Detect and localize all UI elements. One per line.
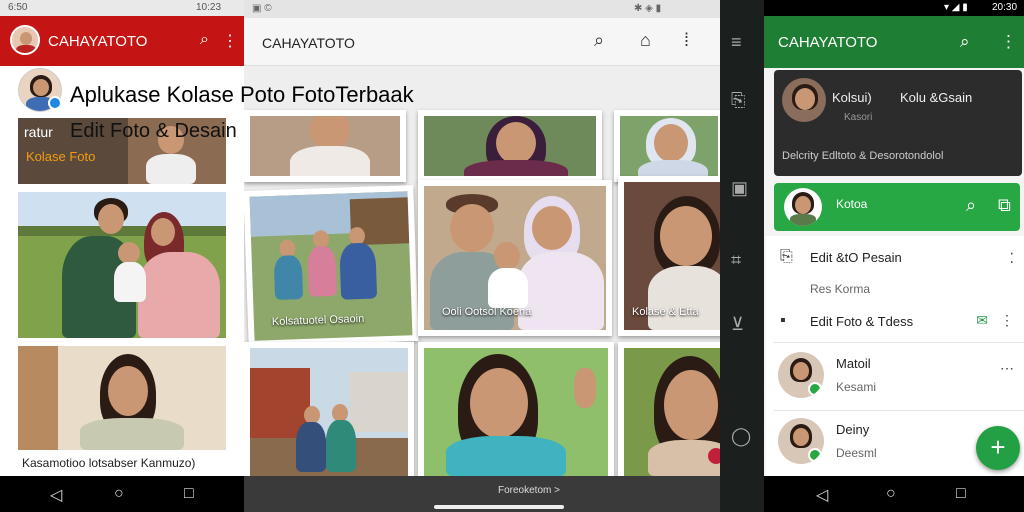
collage-tile[interactable] xyxy=(614,110,720,182)
recents-icon[interactable]: □ xyxy=(956,485,966,503)
list-item-sub: Res Korma xyxy=(810,282,871,296)
inbox-icon: ⎘ xyxy=(780,248,793,265)
search-icon[interactable]: ⌕ xyxy=(960,32,970,52)
app-bar: CAHAYATOTO ⌕ ⋮ xyxy=(0,16,244,66)
contact-sub: Deesml xyxy=(836,446,877,460)
avatar xyxy=(778,352,824,398)
tile-caption: Kolsatuotel Osaoin xyxy=(271,312,365,329)
search-icon[interactable]: ⌕ xyxy=(200,31,209,49)
app-bar: CAHAYATOTO ⌕ ⋮ xyxy=(764,16,1024,68)
avatar xyxy=(784,188,822,226)
side-rail: ≡ ⎘ ▣ ⌗ ⊻ ◯ xyxy=(720,0,764,512)
collage-tile[interactable]: Ooli Ootsol Koena xyxy=(418,180,612,336)
window-icon[interactable]: ⧉ xyxy=(998,195,1011,216)
back-icon[interactable]: ◁ xyxy=(50,485,62,505)
chat-icon[interactable]: ◯ xyxy=(731,426,751,447)
profile-sub: Kasori xyxy=(844,112,873,123)
overflow-menu-icon[interactable]: ⋮ xyxy=(1000,312,1014,329)
nav-bar: ◁ ○ □ xyxy=(0,476,244,512)
app-bar: CAHAYATOTO ⌕ ⌂ ⁞ xyxy=(244,18,720,66)
portrait-photo[interactable] xyxy=(18,346,226,450)
overflow-menu-icon[interactable]: ⋮ xyxy=(222,31,238,51)
card-title-prefix: ratur xyxy=(24,124,53,140)
collage-tile[interactable]: Kolase & Etta xyxy=(618,176,720,336)
list-item-label: Edit Foto & Tdess xyxy=(810,314,914,329)
tile-caption: Ooli Ootsol Koena xyxy=(442,306,532,318)
family-photo[interactable] xyxy=(18,192,226,338)
home-icon[interactable]: ○ xyxy=(886,485,896,503)
status-icon-left: ▣ © xyxy=(252,3,272,14)
add-icon[interactable]: + xyxy=(976,426,1020,470)
download-box-icon[interactable]: ⊻ xyxy=(731,314,744,335)
contact-name: Matoil xyxy=(836,356,871,371)
online-badge xyxy=(808,448,822,462)
status-icons: ▾ ◢ ▮ xyxy=(944,2,968,13)
bottom-bar-label[interactable]: Foreoketom > xyxy=(498,485,560,496)
contact-row[interactable]: Matoil Kesami ⋯ xyxy=(766,350,1024,406)
inbox-icon[interactable]: ⎘ xyxy=(731,90,745,111)
list-item[interactable]: ▪ Edit Foto & Tdess ✉ ⋮ xyxy=(766,310,1024,336)
status-bar: ▣ © ✱ ◈ ▮ xyxy=(244,0,720,18)
collage-tile[interactable] xyxy=(418,342,614,482)
collage-tile[interactable] xyxy=(244,110,406,182)
red-app-panel: 6:50 10:23 CAHAYATOTO ⌕ ⋮ ratur Kolase F… xyxy=(0,0,244,512)
status-bar: ▾ ◢ ▮ 20:30 xyxy=(764,0,1024,16)
status-icons-right: ✱ ◈ ▮ xyxy=(634,3,662,14)
profile-title: Kolu &Gsain xyxy=(900,90,973,105)
green-app-panel: ▾ ◢ ▮ 20:30 CAHAYATOTO ⌕ ⋮ Kolsui) Kolu … xyxy=(764,0,1024,512)
list-item[interactable]: ⎘ Edit &tO Pesain ⁚ Res Korma xyxy=(766,246,1024,296)
back-icon[interactable]: ◁ xyxy=(816,485,828,505)
profile-card[interactable]: Kolsui) Kolu &Gsain Kasori Delcrity Edlt… xyxy=(774,70,1022,176)
lock-icon[interactable]: ⌂ xyxy=(640,30,651,51)
home-icon[interactable]: ○ xyxy=(114,485,124,503)
divider xyxy=(774,342,1024,343)
verified-badge-icon xyxy=(48,96,62,110)
active-chat-card[interactable]: Kotoa ⌕ ⧉ xyxy=(774,183,1020,231)
app-title: CAHAYATOTO xyxy=(778,34,878,51)
list-item-label: Edit &tO Pesain xyxy=(810,250,902,265)
search-icon[interactable]: ⌕ xyxy=(966,195,976,216)
recents-icon[interactable]: □ xyxy=(184,485,194,503)
square-icon[interactable]: ▣ xyxy=(731,178,748,199)
headline: Aplukase Kolase Poto FotoTerbaak xyxy=(70,82,414,107)
collage-tile[interactable] xyxy=(418,110,602,182)
collage-app-panel: ▣ © ✱ ◈ ▮ CAHAYATOTO ⌕ ⌂ ⁞ Kolsatuotel O… xyxy=(244,0,720,512)
tile-caption: Kolase & Etta xyxy=(632,306,699,318)
chat-icon: ▪ xyxy=(780,312,786,329)
chat-label: Kotoa xyxy=(836,197,868,211)
collage-tile[interactable]: Kolsatuotel Osaoin xyxy=(244,185,419,347)
app-title: CAHAYATOTO xyxy=(262,35,355,51)
search-icon[interactable]: ⌕ xyxy=(594,30,604,51)
profile-name-short: Kolsui) xyxy=(832,90,872,105)
status-time: 20:30 xyxy=(992,2,1018,13)
overflow-menu-icon[interactable]: ⋯ xyxy=(1000,360,1014,377)
mail-check-icon[interactable]: ✉ xyxy=(976,312,988,329)
contact-sub: Kesami xyxy=(836,380,877,394)
app-title: CAHAYATOTO xyxy=(48,33,148,50)
avatar xyxy=(782,78,826,122)
gesture-handle[interactable] xyxy=(434,505,564,509)
divider xyxy=(774,410,1024,411)
avatar xyxy=(778,418,824,464)
menu-icon[interactable]: ≡ xyxy=(731,32,742,53)
card-subtitle: Kolase Foto xyxy=(26,149,96,164)
profile-footer: Delcrity Edltoto & Desorotondolol xyxy=(782,150,944,162)
overflow-menu-icon[interactable]: ⁚ xyxy=(1010,250,1014,267)
collage-screenshot: 6:50 10:23 CAHAYATOTO ⌕ ⋮ ratur Kolase F… xyxy=(0,0,1024,512)
status-time-right: 10:23 xyxy=(196,2,222,13)
overflow-menu-icon[interactable]: ⁞ xyxy=(684,30,689,51)
collage-tile[interactable] xyxy=(244,342,414,482)
bottom-bar: Foreoketom > xyxy=(244,476,720,512)
contact-name: Deiny xyxy=(836,422,870,437)
status-time-left: 6:50 xyxy=(8,2,28,13)
status-bar: 6:50 10:23 xyxy=(0,0,244,16)
photo-caption: Kasamotioo lotsabser Kanmuzo) xyxy=(22,456,196,470)
focus-icon[interactable]: ⌗ xyxy=(731,250,741,271)
online-badge xyxy=(808,382,822,396)
sub-headline: Edit Foto & Desain xyxy=(70,120,237,142)
nav-bar: ◁ ○ □ xyxy=(764,476,1024,512)
overflow-menu-icon[interactable]: ⋮ xyxy=(1000,32,1017,52)
collage-tile[interactable] xyxy=(618,342,720,482)
app-logo xyxy=(10,25,40,55)
